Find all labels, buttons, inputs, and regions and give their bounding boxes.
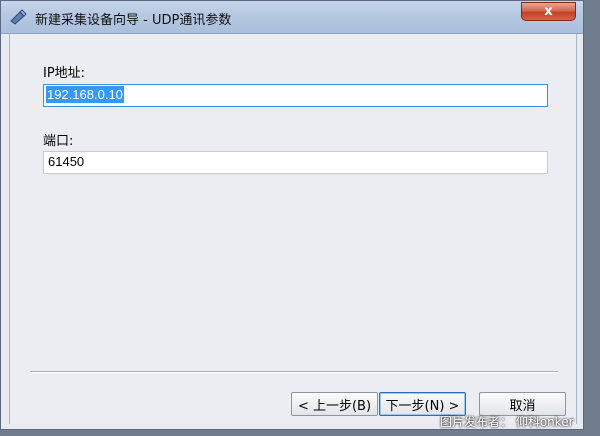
close-button[interactable]: x (521, 2, 576, 21)
port-label: 端口: (43, 134, 74, 149)
ip-address-label: IP地址: (43, 66, 86, 81)
dialog-window: 新建采集设备向导 - UDP通讯参数 x IP地址: 192.168.0.10 … (0, 0, 584, 430)
button-separator (30, 371, 558, 373)
wizard-content: IP地址: 192.168.0.10 端口: 61450 < 上一步(B) 下一… (9, 34, 577, 424)
title-bar[interactable]: 新建采集设备向导 - UDP通讯参数 x (1, 1, 583, 34)
close-icon: x (544, 4, 553, 19)
port-input[interactable]: 61450 (43, 151, 548, 174)
ip-address-value[interactable]: 192.168.0.10 (46, 86, 124, 103)
window-title: 新建采集设备向导 - UDP通讯参数 (35, 13, 232, 28)
back-button[interactable]: < 上一步(B) (291, 392, 378, 416)
app-icon (10, 9, 27, 25)
watermark-text: 图片发布者： 仰科onker (440, 415, 574, 429)
